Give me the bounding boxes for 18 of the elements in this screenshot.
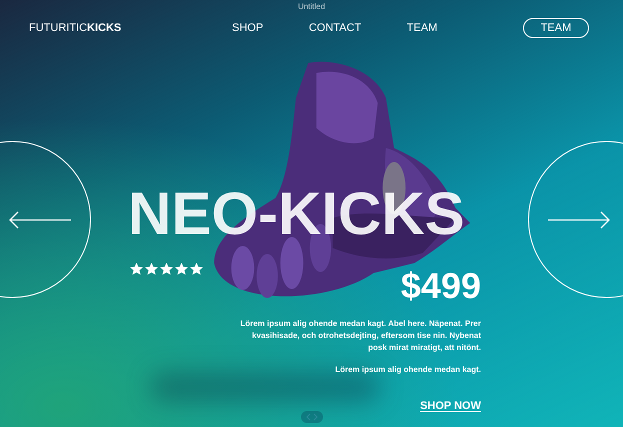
nav-link[interactable]: SHOP (232, 20, 264, 36)
pager-icon (301, 411, 323, 423)
star-icon (190, 263, 203, 275)
description-text: Lörem ipsum alig ohende medan kagt. Abel here. Näpenat. Prer kvasihisade, och otrohetsdejting, eftersom tise nin. Nybenat posk mirat miratigt, att nitönt. (239, 318, 481, 354)
star-icon (130, 263, 143, 275)
star-icon (175, 263, 188, 275)
brand-logo[interactable]: FUTURITICKICKS (29, 20, 229, 36)
team-button[interactable]: TEAM (522, 18, 589, 38)
product-title: NEO-KICKS (128, 184, 465, 244)
price: $499 (400, 268, 481, 304)
star-icon (145, 263, 158, 275)
arrow-right-icon (547, 210, 611, 228)
nav-link[interactable]: TEAM (406, 20, 438, 36)
window-title: Untitled (298, 1, 326, 13)
description-text: Lörem ipsum alig ohende medan kagt. (334, 364, 481, 376)
arrow-left-icon (8, 210, 72, 228)
nav-link[interactable]: CONTACT (308, 20, 362, 36)
star-icon (160, 263, 173, 275)
